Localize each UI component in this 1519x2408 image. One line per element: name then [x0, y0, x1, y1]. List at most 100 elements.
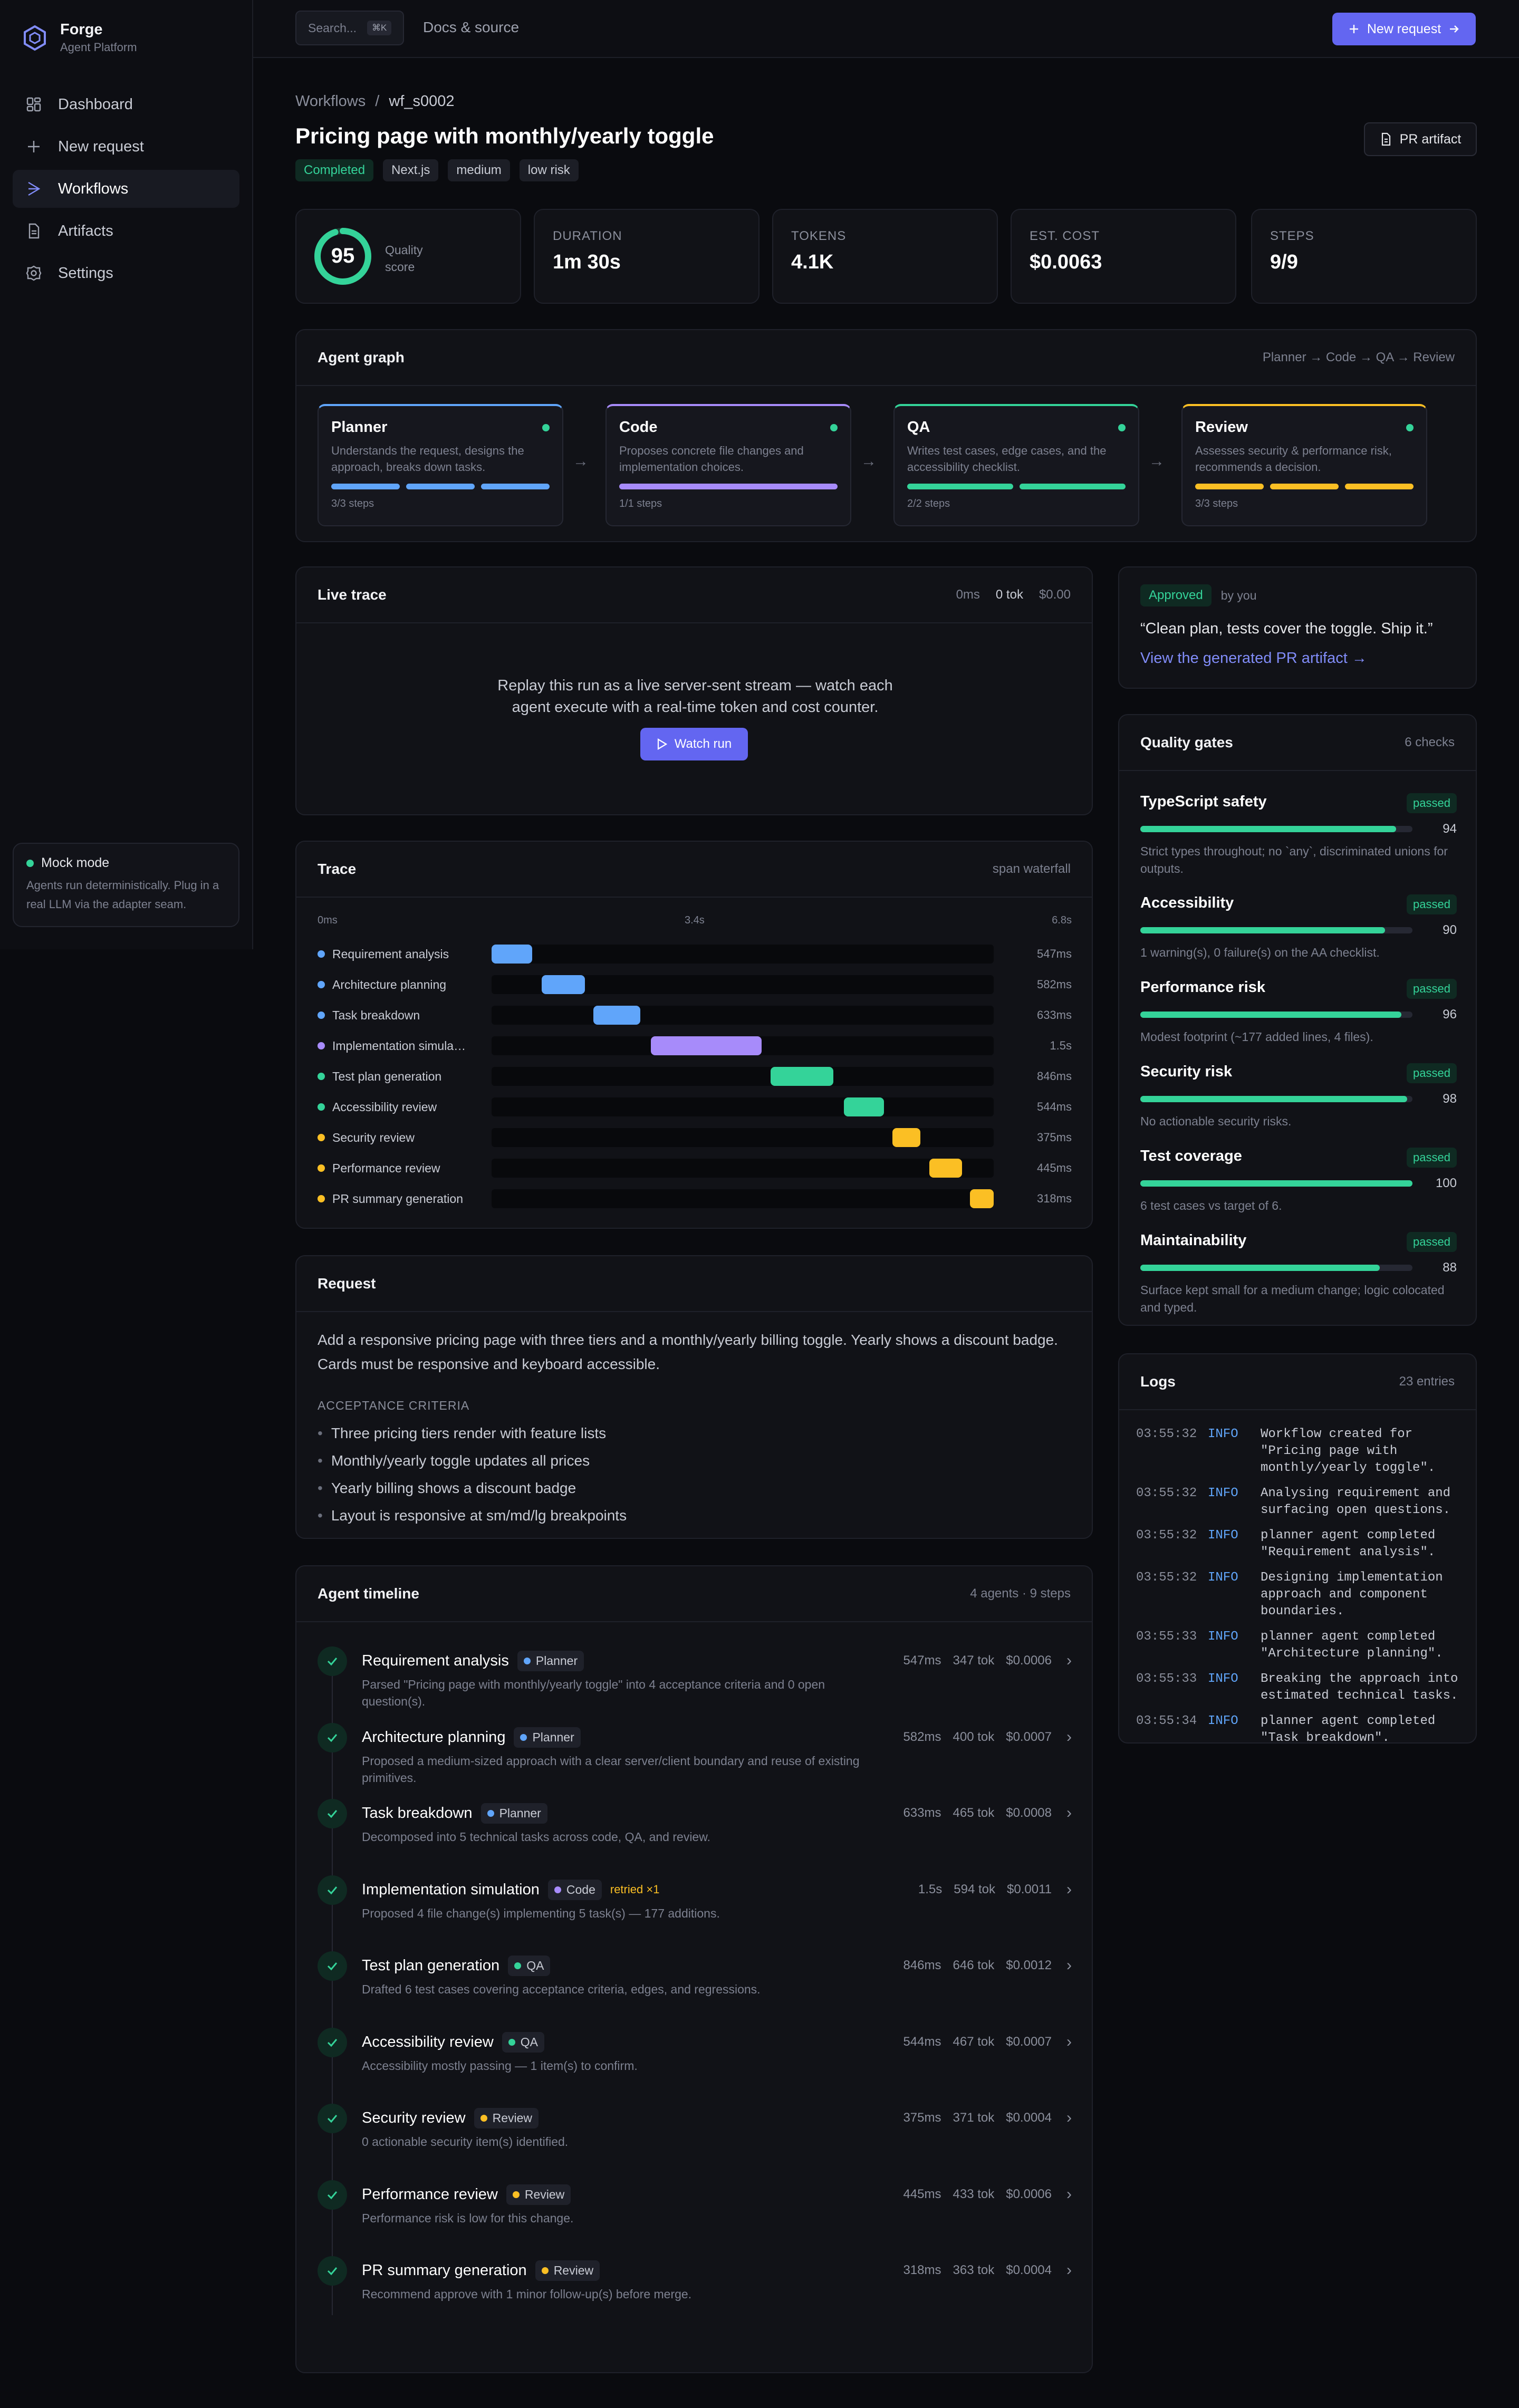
- agent-badge-label: QA: [526, 1959, 544, 1972]
- agent-graph-title: Agent graph: [318, 349, 405, 365]
- step-duration: 582ms: [903, 1729, 941, 1744]
- span-name: Task breakdown: [332, 1008, 420, 1022]
- agent-node-review[interactable]: Review Assesses security & performance ri…: [1181, 404, 1427, 526]
- watch-run-button[interactable]: Watch run: [640, 728, 748, 760]
- trace-span-row[interactable]: Architecture planning 582ms: [318, 969, 1072, 1000]
- agent-color-dot-icon: [520, 1733, 527, 1741]
- agent-timeline-title: Agent timeline: [318, 1585, 419, 1602]
- search-input[interactable]: Search... ⌘K: [295, 11, 404, 45]
- timeline-item[interactable]: Test plan generation QA Drafted 6 test cas…: [318, 1951, 1072, 2004]
- agent-step-bar: [481, 484, 550, 489]
- timeline-step-description: Parsed "Pricing page with monthly/yearly…: [362, 1678, 825, 1708]
- gate-score-track: [1140, 1096, 1412, 1102]
- sidebar-item-workflows[interactable]: Workflows: [13, 170, 239, 208]
- span-name: Implementation simula…: [332, 1038, 466, 1053]
- brand[interactable]: Forge Agent Platform: [21, 21, 137, 54]
- agent-progress-bars: [1195, 484, 1414, 489]
- chevron-right-icon[interactable]: ›: [1066, 2109, 1072, 2127]
- timeline-step-name: Test plan generation: [362, 1957, 500, 1974]
- agent-node-planner[interactable]: Planner Understands the request, designs …: [318, 404, 563, 526]
- agent-node-code[interactable]: Code Proposes concrete file changes and i…: [605, 404, 851, 526]
- trace-axis-end: 6.8s: [1052, 914, 1072, 926]
- gate-score-fill: [1140, 927, 1386, 933]
- trace-span-row[interactable]: Performance review 445ms: [318, 1153, 1072, 1183]
- agent-step-bar: [1345, 484, 1414, 489]
- agent-name: QA: [907, 419, 930, 436]
- sidebar-item-artifacts[interactable]: Artifacts: [13, 212, 239, 250]
- request-title: Request: [318, 1275, 376, 1292]
- trace-span-row[interactable]: Security review 375ms: [318, 1122, 1072, 1153]
- log-time: 03:55:34: [1136, 1714, 1197, 1728]
- bullet-icon: •: [318, 1452, 323, 1469]
- agent-description: Writes test cases, edge cases, and the a…: [907, 444, 1107, 474]
- sidebar-item-settings[interactable]: Settings: [13, 254, 239, 292]
- pr-artifact-label: PR artifact: [1399, 131, 1462, 147]
- check-icon: [318, 2027, 347, 2057]
- breadcrumb-parent[interactable]: Workflows: [295, 93, 366, 110]
- sidebar-item-dashboard[interactable]: Dashboard: [13, 85, 239, 123]
- timeline-item[interactable]: Architecture planning Planner Proposed a m…: [318, 1722, 1072, 1785]
- sidebar-item-label: Workflows: [58, 180, 129, 197]
- live-trace-text: Replay this run as a live server-sent st…: [497, 677, 893, 716]
- quality-label: Quality: [385, 243, 423, 257]
- search-placeholder: Search...: [308, 21, 357, 35]
- bullet-icon: •: [318, 1425, 323, 1441]
- chevron-right-icon[interactable]: ›: [1066, 1728, 1072, 1746]
- gate-score: 90: [1443, 923, 1457, 937]
- trace-span-row[interactable]: Implementation simula… 1.5s: [318, 1030, 1072, 1061]
- timeline-step-name: Implementation simulation: [362, 1881, 540, 1898]
- trace-span-row[interactable]: Requirement analysis 547ms: [318, 939, 1072, 969]
- docs-link[interactable]: Docs & source: [423, 19, 519, 36]
- trace-span-row[interactable]: Test plan generation 846ms: [318, 1061, 1072, 1092]
- step-tokens: 433 tok: [953, 2187, 995, 2201]
- trace-span-row[interactable]: Task breakdown 633ms: [318, 1000, 1072, 1030]
- agent-progress-bars: [619, 484, 838, 489]
- log-entry: 03:55:32 INFO planner agent completed "Req…: [1136, 1527, 1463, 1561]
- status-badge: Completed: [295, 159, 374, 181]
- chevron-right-icon[interactable]: ›: [1066, 2261, 1072, 2279]
- app-subtitle: Agent Platform: [60, 41, 137, 54]
- timeline-step-description: Accessibility mostly passing — 1 item(s)…: [362, 2058, 638, 2073]
- trace-span-row[interactable]: PR summary generation 318ms: [318, 1183, 1072, 1214]
- timeline-item[interactable]: Security review Review 0 actionable securi…: [318, 2104, 1072, 2156]
- check-icon: [318, 2256, 347, 2286]
- agent-node-qa[interactable]: QA Writes test cases, edge cases, and the…: [893, 404, 1139, 526]
- timeline-item[interactable]: Performance review Review Performance risk…: [318, 2180, 1072, 2233]
- timeline-item[interactable]: Task breakdown Planner Decomposed into 5 t…: [318, 1799, 1072, 1852]
- status-dot-icon: [26, 859, 34, 867]
- duration-label: DURATION: [553, 229, 622, 243]
- step-tokens: 347 tok: [953, 1653, 995, 1668]
- new-request-button[interactable]: New request: [1332, 13, 1476, 45]
- timeline-item[interactable]: Implementation simulation Code retried ×1 P…: [318, 1875, 1072, 1928]
- pr-artifact-link[interactable]: View the generated PR artifact →: [1140, 650, 1367, 667]
- chevron-right-icon[interactable]: ›: [1066, 2033, 1072, 2051]
- agent-name: Planner: [331, 419, 388, 436]
- chevron-right-icon[interactable]: ›: [1066, 1652, 1072, 1670]
- pr-artifact-button[interactable]: PR artifact: [1364, 122, 1477, 156]
- chevron-right-icon[interactable]: ›: [1066, 2185, 1072, 2203]
- agent-badge: Planner: [480, 1803, 547, 1824]
- chevron-right-icon[interactable]: ›: [1066, 1957, 1072, 1974]
- status-dot-icon: [1406, 423, 1414, 431]
- timeline-item[interactable]: PR summary generation Review Recommend app…: [318, 2256, 1072, 2309]
- sidebar-item-new-request[interactable]: New request: [13, 128, 239, 166]
- quality-gates-title: Quality gates: [1140, 734, 1233, 750]
- step-duration: 544ms: [903, 2034, 941, 2049]
- plus-icon: [1349, 25, 1358, 33]
- span-color-dot-icon: [318, 1103, 325, 1111]
- timeline-item[interactable]: Accessibility review QA Accessibility most…: [318, 2027, 1072, 2080]
- acceptance-criterion: • Yearly billing shows a discount badge: [318, 1475, 627, 1502]
- timeline-item[interactable]: Requirement analysis Planner Parsed "Prici…: [318, 1646, 1072, 1708]
- live-trace-cost: $0.00: [1039, 587, 1071, 602]
- log-level: INFO: [1208, 1714, 1238, 1728]
- span-bar: [929, 1159, 963, 1178]
- agent-badge-label: Code: [566, 1882, 595, 1896]
- chevron-right-icon[interactable]: ›: [1066, 1804, 1072, 1822]
- trace-span-row[interactable]: Accessibility review 544ms: [318, 1092, 1072, 1122]
- play-icon: [657, 738, 667, 750]
- chevron-right-icon[interactable]: ›: [1066, 1881, 1072, 1899]
- agent-color-dot-icon: [487, 1810, 494, 1817]
- agent-color-dot-icon: [480, 2115, 487, 2122]
- document-icon: [28, 223, 40, 239]
- quality-gate: Security risk passed 98 No actionable secur…: [1140, 1063, 1457, 1142]
